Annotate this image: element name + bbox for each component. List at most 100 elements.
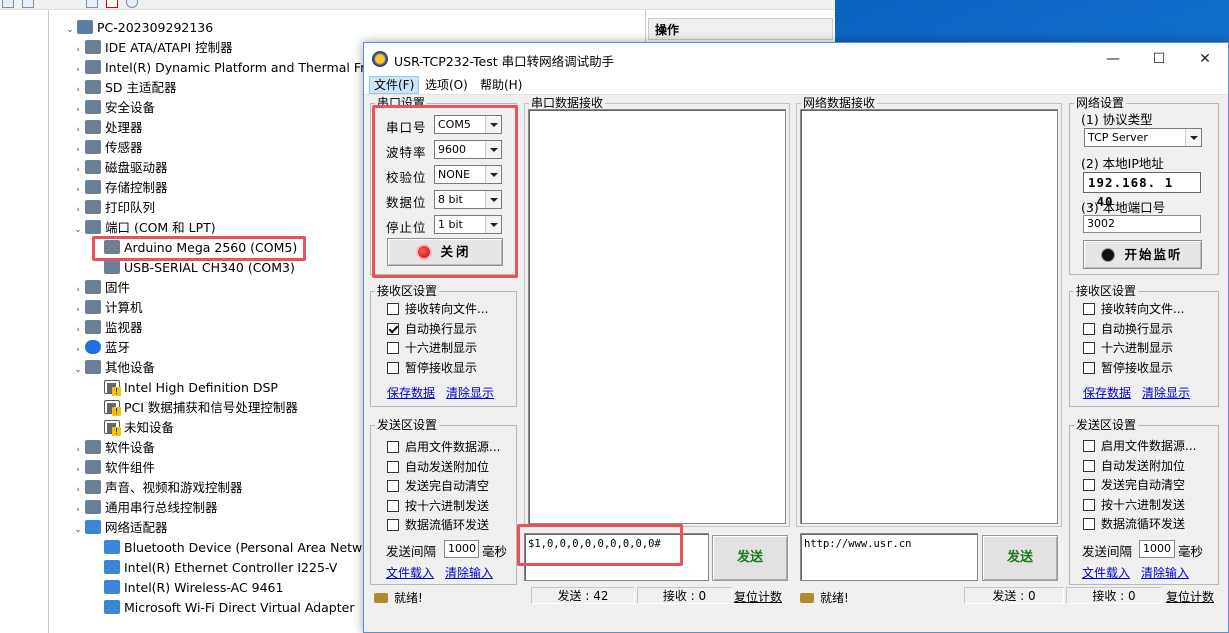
tree-item[interactable]: › 传感器 — [71, 138, 143, 158]
checkbox[interactable] — [1083, 459, 1095, 472]
tree-item[interactable]: › 计算机 — [71, 298, 143, 318]
tree-root[interactable]: ⌄ PC-202309292136 — [63, 18, 213, 38]
left-file-load-link[interactable]: 文件载入 — [386, 564, 434, 581]
tree-item[interactable]: › SD 主适配器 — [71, 78, 177, 98]
checkbox-option[interactable]: 接收转向文件... — [1083, 300, 1184, 318]
checkbox[interactable] — [1083, 518, 1095, 530]
chevron-right-icon[interactable]: › — [71, 320, 85, 340]
help-icon[interactable] — [22, 0, 34, 8]
right-file-load-link[interactable]: 文件载入 — [1082, 564, 1130, 581]
checkbox[interactable] — [1083, 440, 1095, 452]
minimize-button[interactable]: — — [1090, 43, 1136, 75]
net-send-button[interactable]: 发送 — [982, 535, 1058, 581]
tree-item[interactable]: Intel High Definition DSP — [90, 378, 278, 398]
menu-file[interactable]: 文件(F) — [369, 76, 420, 94]
serial-send-button[interactable]: 发送 — [712, 535, 788, 581]
checkbox[interactable] — [1083, 361, 1095, 374]
uninstall-icon[interactable] — [106, 0, 118, 8]
tree-item[interactable]: › 处理器 — [71, 118, 143, 138]
checkbox[interactable] — [387, 460, 399, 473]
tree-item[interactable]: › IDE ATA/ATAPI 控制器 — [71, 38, 233, 58]
checkbox-checked[interactable] — [387, 322, 399, 335]
checkbox[interactable] — [387, 342, 399, 354]
checkbox[interactable] — [1083, 498, 1095, 511]
chevron-right-icon[interactable]: › — [71, 480, 85, 500]
checkbox[interactable] — [1083, 303, 1095, 315]
checkbox[interactable] — [387, 303, 399, 315]
chevron-right-icon[interactable]: › — [71, 460, 85, 480]
tree-item[interactable]: Microsoft Wi-Fi Direct Virtual Adapter — [90, 598, 354, 618]
protocol-select[interactable]: TCP Server — [1084, 128, 1202, 147]
port-input[interactable]: 3002 — [1083, 215, 1201, 233]
checkbox-option[interactable]: 按十六进制发送 — [387, 497, 489, 515]
tree-item[interactable]: › 软件设备 — [71, 438, 155, 458]
checkbox-option[interactable]: 十六进制显示 — [387, 339, 477, 357]
tree-item[interactable]: › 软件组件 — [71, 458, 155, 478]
checkbox-option[interactable]: 自动换行显示 — [1083, 320, 1173, 338]
tree-item[interactable]: ⌄ 端口 (COM 和 LPT) — [71, 218, 216, 238]
disable-device-icon[interactable] — [126, 0, 138, 8]
tree-item[interactable]: › 通用串行总线控制器 — [71, 498, 218, 518]
update-driver-icon[interactable] — [86, 0, 98, 8]
chevron-right-icon[interactable]: › — [71, 60, 85, 80]
checkbox-option[interactable]: 数据流循环发送 — [1083, 515, 1185, 533]
tree-item[interactable]: Intel(R) Ethernet Controller I225-V — [90, 558, 337, 578]
checkbox[interactable] — [1083, 342, 1095, 354]
checkbox-option[interactable]: 接收转向文件... — [387, 300, 488, 318]
chevron-right-icon[interactable]: › — [71, 160, 85, 180]
left-clear-input-link[interactable]: 清除输入 — [445, 564, 493, 581]
right-interval-input[interactable]: 1000 — [1139, 540, 1175, 558]
net-recv-pane[interactable] — [800, 109, 1058, 524]
ip-address-input[interactable]: 192.168. 1 .40 — [1083, 172, 1201, 209]
net-send-input[interactable]: http://www.usr.cn — [800, 533, 978, 581]
checkbox[interactable] — [387, 499, 399, 512]
chevron-right-icon[interactable]: › — [71, 140, 85, 160]
checkbox[interactable] — [1083, 479, 1095, 491]
tree-item[interactable]: Bluetooth Device (Personal Area Network) — [90, 538, 387, 558]
tree-item[interactable]: › 监视器 — [71, 318, 143, 338]
left-interval-input[interactable]: 1000 — [444, 540, 479, 558]
tree-item[interactable]: Intel(R) Wireless-AC 9461 — [90, 578, 283, 598]
tree-item[interactable]: USB-SERIAL CH340 (COM3) — [90, 258, 295, 278]
tree-item[interactable]: › 存储控制器 — [71, 178, 168, 198]
right-clear-input-link[interactable]: 清除输入 — [1141, 564, 1189, 581]
tree-item[interactable]: › 安全设备 — [71, 98, 155, 118]
maximize-button[interactable]: ☐ — [1136, 43, 1182, 75]
menu-help[interactable]: 帮助(H) — [476, 76, 526, 94]
chevron-down-icon[interactable]: ⌄ — [71, 520, 85, 540]
chevron-right-icon[interactable]: › — [71, 280, 85, 300]
checkbox-option[interactable]: 启用文件数据源... — [1083, 437, 1196, 455]
chevron-down-icon[interactable] — [1185, 129, 1201, 146]
reset-count-right-button[interactable]: 复位计数 — [1166, 588, 1214, 605]
chevron-down-icon[interactable]: ⌄ — [71, 360, 85, 380]
tree-item[interactable]: ⌄ 其他设备 — [71, 358, 155, 378]
chevron-right-icon[interactable]: › — [71, 180, 85, 200]
chevron-right-icon[interactable]: › — [71, 340, 85, 360]
right-clear-display-link[interactable]: 清除显示 — [1142, 384, 1190, 401]
chevron-right-icon[interactable]: › — [71, 200, 85, 220]
checkbox-option[interactable]: 暂停接收显示 — [387, 359, 477, 377]
serial-recv-pane[interactable] — [528, 109, 786, 524]
tree-item[interactable]: › 打印队列 — [71, 198, 155, 218]
left-save-data-link[interactable]: 保存数据 — [387, 384, 435, 401]
chevron-right-icon[interactable]: › — [71, 40, 85, 60]
menu-options[interactable]: 选项(O) — [421, 76, 472, 94]
checkbox-option[interactable]: 发送完自动清空 — [387, 477, 489, 495]
left-clear-display-link[interactable]: 清除显示 — [446, 384, 494, 401]
checkbox-option[interactable]: 自动发送附加位 — [1083, 457, 1185, 475]
close-button[interactable]: ✕ — [1182, 43, 1228, 75]
checkbox[interactable] — [387, 519, 399, 531]
tree-item[interactable]: › 磁盘驱动器 — [71, 158, 168, 178]
checkbox[interactable] — [1083, 322, 1095, 335]
checkbox-option[interactable]: 数据流循环发送 — [387, 516, 489, 534]
chevron-right-icon[interactable]: › — [71, 440, 85, 460]
reset-count-left-button[interactable]: 复位计数 — [734, 588, 782, 605]
tree-item[interactable]: PCI 数据捕获和信号处理控制器 — [90, 398, 298, 418]
checkbox-option[interactable]: 按十六进制发送 — [1083, 496, 1185, 514]
chevron-right-icon[interactable]: › — [71, 120, 85, 140]
chevron-right-icon[interactable]: › — [71, 300, 85, 320]
checkbox[interactable] — [387, 441, 399, 453]
checkbox-option[interactable]: 暂停接收显示 — [1083, 359, 1173, 377]
chevron-right-icon[interactable]: › — [71, 100, 85, 120]
properties-icon[interactable] — [2, 0, 14, 8]
